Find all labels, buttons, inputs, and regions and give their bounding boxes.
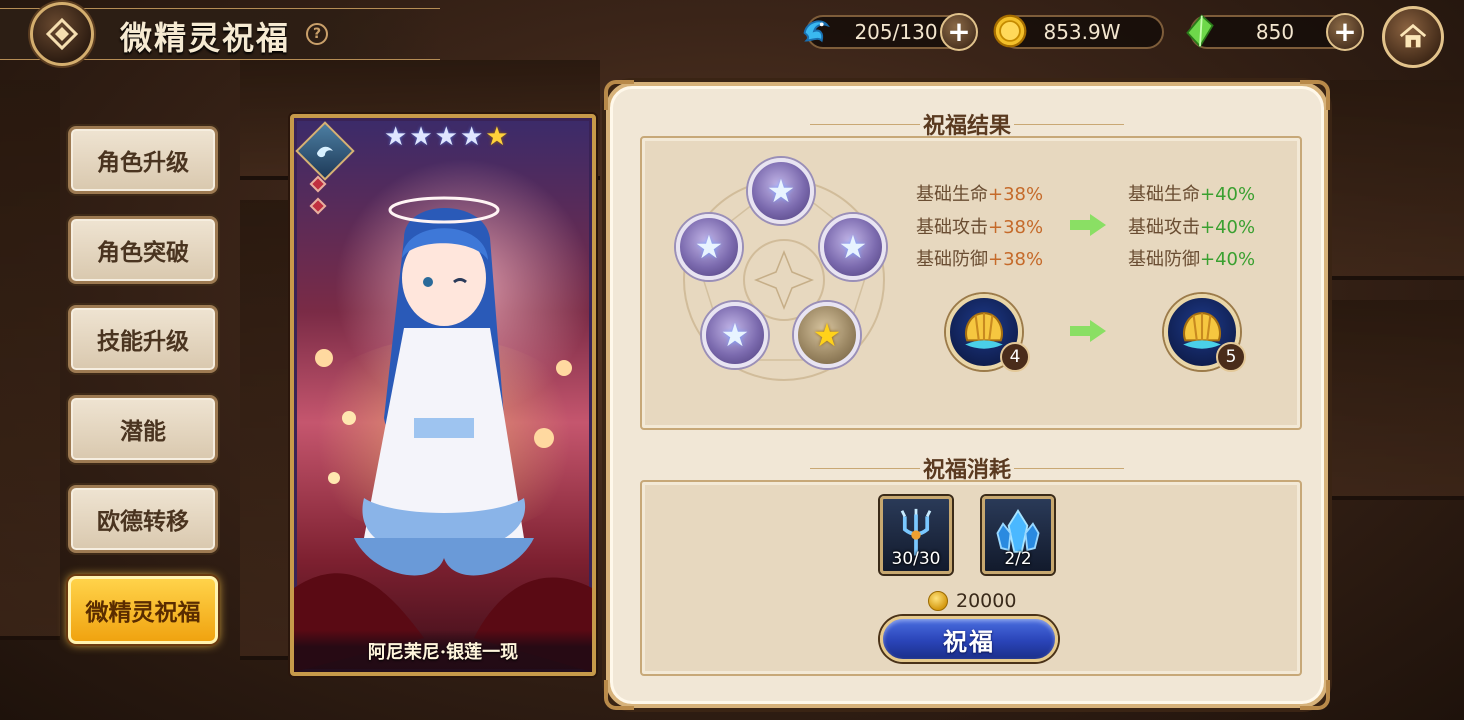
back-diamond-icon bbox=[45, 17, 79, 51]
page-title: 微精灵祝福 bbox=[120, 19, 291, 57]
arrow-right-icon bbox=[1070, 320, 1106, 342]
star-icon: ★ bbox=[434, 122, 458, 152]
star-icon: ★ bbox=[838, 228, 868, 266]
shell-level-current: 4 bbox=[1000, 342, 1030, 372]
star-icon: ★ bbox=[812, 316, 842, 354]
current-atk-stat: 基础攻击+38% bbox=[916, 217, 1044, 238]
shell-icon bbox=[965, 312, 1003, 349]
character-name-band: 阿尼茉尼·银莲一现 bbox=[294, 630, 592, 672]
stamina-value: 205/130 bbox=[854, 20, 938, 44]
character-portrait bbox=[294, 196, 592, 672]
character-name: 阿尼茉尼·银莲一现 bbox=[367, 642, 519, 663]
menu-character-breakthrough[interactable]: 角色突破 bbox=[68, 216, 218, 284]
gold-cost: 20000 bbox=[928, 590, 1016, 612]
add-stamina-button[interactable]: + bbox=[940, 13, 978, 51]
blessing-orb-4: ★ bbox=[702, 302, 768, 368]
home-button[interactable] bbox=[1382, 6, 1444, 68]
current-def-stat: 基础防御+38% bbox=[916, 249, 1044, 270]
star-icon: ★ bbox=[384, 122, 408, 152]
star-icon: ★ bbox=[485, 122, 509, 152]
menu-character-upgrade[interactable]: 角色升级 bbox=[68, 126, 218, 194]
blessing-orb-5: ★ bbox=[794, 302, 860, 368]
next-def-stat: 基础防御+40% bbox=[1128, 249, 1256, 270]
card-star-rating: ★ ★ ★ ★ ★ bbox=[384, 124, 509, 150]
menu-transfer[interactable]: 欧德转移 bbox=[68, 485, 218, 553]
star-icon: ★ bbox=[409, 122, 433, 152]
home-icon bbox=[1399, 23, 1427, 48]
crystal-item-count: 2/2 bbox=[1004, 549, 1032, 569]
blessing-orb-2: ★ bbox=[676, 214, 742, 280]
add-gem-button[interactable]: + bbox=[1326, 13, 1364, 51]
menu-sprite-blessing[interactable]: 微精灵祝福 bbox=[68, 576, 218, 644]
crystal-item-slot[interactable]: 2/2 bbox=[982, 496, 1054, 574]
gold-value: 853.9W bbox=[1043, 20, 1121, 44]
title-divider bbox=[1014, 468, 1124, 469]
shell-level-next: 5 bbox=[1216, 342, 1246, 372]
current-hp-stat: 基础生命+38% bbox=[916, 184, 1044, 205]
star-icon: ★ bbox=[459, 122, 484, 152]
trident-item-count: 30/30 bbox=[891, 549, 941, 569]
blessing-orb-3: ★ bbox=[820, 214, 886, 280]
gold-coin-icon bbox=[990, 11, 1030, 51]
title-divider bbox=[810, 468, 920, 469]
star-icon: ★ bbox=[766, 172, 796, 210]
help-icon[interactable]: ? bbox=[306, 23, 328, 45]
next-hp-stat: 基础生命+40% bbox=[1128, 184, 1256, 205]
star-icon: ★ bbox=[720, 316, 750, 354]
title-divider bbox=[810, 124, 920, 125]
bless-button[interactable]: 祝福 bbox=[880, 616, 1058, 662]
back-button[interactable] bbox=[30, 2, 94, 66]
arrow-right-icon bbox=[1070, 214, 1106, 236]
blessing-orb-1: ★ bbox=[748, 158, 814, 224]
star-icon: ★ bbox=[694, 228, 724, 266]
gold-cost-value: 20000 bbox=[956, 590, 1017, 612]
gold-coin-icon bbox=[928, 591, 948, 611]
next-atk-stat: 基础攻击+40% bbox=[1128, 217, 1256, 238]
fish-stamina-icon bbox=[796, 11, 836, 51]
title-divider bbox=[1014, 124, 1124, 125]
trident-item-slot[interactable]: 30/30 bbox=[880, 496, 952, 574]
character-card[interactable]: ★ ★ ★ ★ ★ 阿尼茉尼·银莲一现 bbox=[290, 114, 596, 676]
gem-value: 850 bbox=[1255, 20, 1295, 44]
green-crystal-icon bbox=[1180, 11, 1220, 51]
menu-potential[interactable]: 潜能 bbox=[68, 395, 218, 463]
menu-skill-upgrade[interactable]: 技能升级 bbox=[68, 305, 218, 373]
